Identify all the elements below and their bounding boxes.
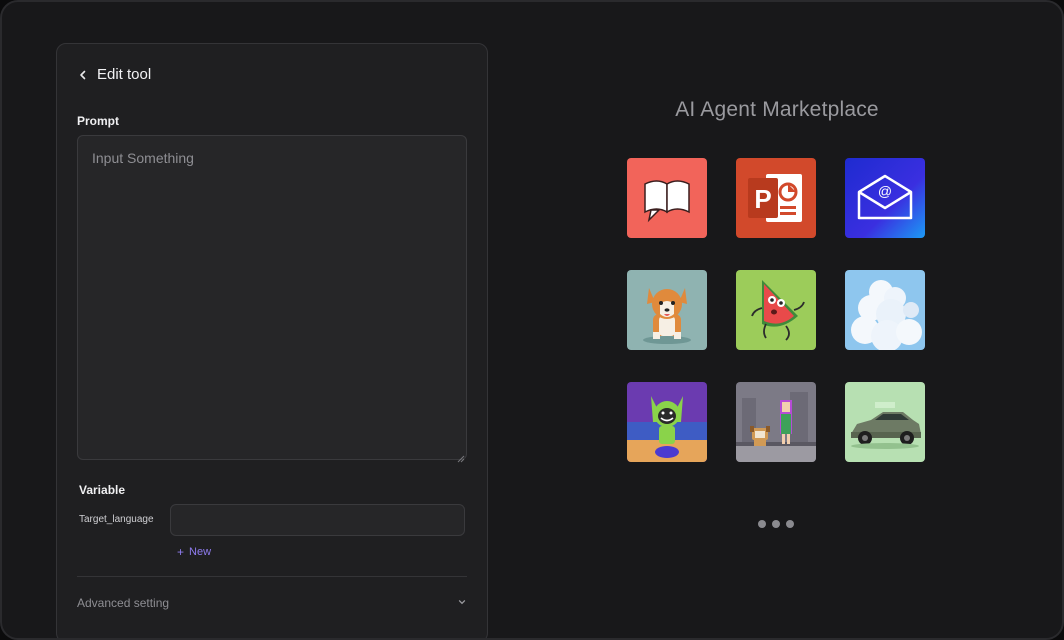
advanced-setting-toggle[interactable]: Advanced setting xyxy=(77,590,467,616)
edit-tool-panel: Edit tool Prompt Variable Target_languag… xyxy=(56,43,488,638)
corgi-icon xyxy=(627,270,707,350)
svg-text:P: P xyxy=(754,184,771,214)
chevron-left-icon xyxy=(77,69,89,81)
advanced-setting-label: Advanced setting xyxy=(77,596,170,610)
add-variable-button[interactable]: + New xyxy=(177,546,211,558)
page-dot[interactable] xyxy=(772,520,780,528)
add-new-label: New xyxy=(189,546,212,558)
email-icon: @ xyxy=(845,158,925,238)
chevron-down-icon xyxy=(457,594,467,612)
agent-tile-cat-hood[interactable] xyxy=(627,382,707,462)
back-button[interactable]: Edit tool xyxy=(77,66,151,83)
agent-tile-chat[interactable] xyxy=(627,158,707,238)
resize-grip-icon[interactable] xyxy=(457,450,465,463)
plus-icon: + xyxy=(177,545,185,559)
page-dot[interactable] xyxy=(758,520,766,528)
variable-value-input[interactable] xyxy=(170,504,465,536)
chat-book-icon xyxy=(627,158,707,238)
agent-tile-clouds[interactable] xyxy=(845,270,925,350)
cat-hood-icon xyxy=(627,382,707,462)
divider xyxy=(77,576,467,577)
prompt-textarea[interactable] xyxy=(77,135,467,460)
panel-title: Edit tool xyxy=(97,66,152,83)
agent-tile-watermelon[interactable] xyxy=(736,270,816,350)
agent-tile-car[interactable] xyxy=(845,382,925,462)
agent-tile-powerpoint[interactable]: P xyxy=(736,158,816,238)
powerpoint-icon: P xyxy=(736,158,816,238)
variable-name: Target_language xyxy=(79,514,154,525)
pagination-dots xyxy=(758,520,794,528)
marketplace-title: AI Agent Marketplace xyxy=(675,98,879,121)
variable-label: Variable xyxy=(79,483,126,497)
svg-text:@: @ xyxy=(878,183,892,199)
app-frame: Edit tool Prompt Variable Target_languag… xyxy=(0,0,1064,640)
watermelon-icon xyxy=(736,270,816,350)
page-dot[interactable] xyxy=(786,520,794,528)
clouds-icon xyxy=(845,270,925,350)
agent-tile-email[interactable]: @ xyxy=(845,158,925,238)
prompt-label: Prompt xyxy=(77,114,119,128)
agent-tile-corgi[interactable] xyxy=(627,270,707,350)
girl-dog-icon xyxy=(736,382,816,462)
agent-tile-girl-dog[interactable] xyxy=(736,382,816,462)
car-icon xyxy=(845,382,925,462)
